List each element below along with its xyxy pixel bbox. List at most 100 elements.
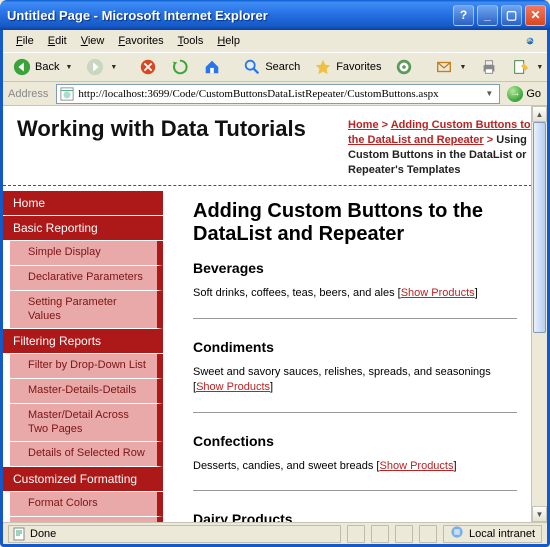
favorites-button[interactable]: Favorites (309, 56, 386, 78)
back-button[interactable]: Back ▼ (8, 56, 77, 78)
print-button[interactable] (475, 56, 503, 78)
sidebar-cat-filtering[interactable]: Filtering Reports (3, 329, 163, 354)
favorites-icon (314, 58, 332, 76)
status-pane-blank (419, 525, 437, 543)
menu-tools[interactable]: Tools (171, 33, 211, 49)
scroll-up-icon[interactable]: ▲ (532, 106, 547, 122)
window-title: Untitled Page - Microsoft Internet Explo… (7, 8, 453, 23)
main-heading: Adding Custom Buttons to the DataList an… (193, 200, 517, 246)
category-name: Dairy Products (193, 511, 517, 522)
go-button[interactable]: → Go (504, 86, 544, 102)
sidebar-item[interactable]: Format Colors (3, 492, 163, 517)
menu-file[interactable]: File (9, 33, 41, 49)
address-box[interactable]: ▼ (56, 84, 500, 104)
mail-icon (435, 58, 453, 76)
category-desc: Desserts, candies, and sweet breads [Sho… (193, 459, 517, 474)
scroll-down-icon[interactable]: ▼ (532, 506, 547, 522)
menu-favorites[interactable]: Favorites (111, 33, 170, 49)
category-desc: Soft drinks, coffees, teas, beers, and a… (193, 286, 517, 301)
page-title: Working with Data Tutorials (17, 116, 348, 177)
go-label: Go (526, 88, 541, 100)
mail-dropdown-icon[interactable]: ▼ (459, 64, 466, 71)
category-block: Confections Desserts, candies, and sweet… (193, 433, 517, 491)
status-message-pane: Done (8, 525, 341, 543)
sidebar-item[interactable]: Simple Display (3, 241, 163, 266)
maximize-button[interactable]: ▢ (501, 5, 522, 26)
edit-dropdown-icon[interactable]: ▼ (536, 64, 543, 71)
sidebar-item[interactable]: Master-Details-Details (3, 379, 163, 404)
category-block: Condiments Sweet and savory sauces, reli… (193, 339, 517, 413)
refresh-button[interactable] (166, 56, 194, 78)
breadcrumb-home[interactable]: Home (348, 119, 379, 131)
toolbar: Back ▼ ▼ Search Favorites ▼ ▼ (3, 52, 547, 82)
menubar: File Edit View Favorites Tools Help (3, 30, 547, 52)
main-panel: Adding Custom Buttons to the DataList an… (163, 186, 547, 522)
page-header: Working with Data Tutorials Home > Addin… (3, 106, 547, 186)
status-pane-blank (347, 525, 365, 543)
search-label: Search (265, 61, 300, 73)
intranet-icon (450, 525, 464, 542)
help-button[interactable]: ? (453, 5, 474, 26)
statusbar: Done Local intranet (3, 522, 547, 544)
media-button[interactable] (390, 56, 418, 78)
sidebar-nav: Home Basic Reporting Simple Display Decl… (3, 191, 163, 522)
document-icon (13, 527, 25, 541)
category-name: Beverages (193, 260, 517, 276)
category-block: Dairy Products Cheeses [Show Products] (193, 511, 517, 522)
sidebar-cat-home[interactable]: Home (3, 191, 163, 216)
sidebar-item[interactable]: Declarative Parameters (3, 266, 163, 291)
show-products-link[interactable]: Show Products (401, 287, 475, 299)
security-zone-text: Local intranet (469, 528, 535, 540)
sidebar-cat-basic-reporting[interactable]: Basic Reporting (3, 216, 163, 241)
forward-icon (86, 58, 104, 76)
stop-icon (139, 58, 157, 76)
scroll-track[interactable] (532, 122, 547, 506)
sidebar-item[interactable]: Details of Selected Row (3, 442, 163, 467)
category-desc: Sweet and savory sauces, relishes, sprea… (193, 365, 517, 396)
minimize-button[interactable]: _ (477, 5, 498, 26)
show-products-link[interactable]: Show Products (380, 460, 454, 472)
status-pane-blank (371, 525, 389, 543)
favorites-label: Favorites (336, 61, 381, 73)
sidebar-item[interactable]: Custom Content in a GridView (3, 517, 163, 522)
address-dropdown-icon[interactable]: ▼ (482, 89, 496, 98)
sidebar-item[interactable]: Filter by Drop-Down List (3, 354, 163, 379)
refresh-icon (171, 58, 189, 76)
sidebar-cat-formatting[interactable]: Customized Formatting (3, 467, 163, 492)
menu-view[interactable]: View (74, 33, 112, 49)
vertical-scrollbar[interactable]: ▲ ▼ (531, 106, 547, 522)
home-button[interactable] (198, 56, 226, 78)
print-icon (480, 58, 498, 76)
back-icon (13, 58, 31, 76)
sidebar-item[interactable]: Master/Detail Across Two Pages (3, 404, 163, 443)
edit-button[interactable]: ▼ (507, 56, 548, 78)
sidebar-item[interactable]: Setting Parameter Values (3, 291, 163, 330)
back-label: Back (35, 61, 59, 73)
window-buttons: ? _ ▢ ✕ (453, 5, 546, 26)
show-products-link[interactable]: Show Products (196, 381, 270, 393)
mail-button[interactable]: ▼ (430, 56, 471, 78)
breadcrumb: Home > Adding Custom Buttons to the Data… (348, 116, 533, 177)
page-content: Working with Data Tutorials Home > Addin… (3, 106, 547, 522)
window-titlebar: Untitled Page - Microsoft Internet Explo… (0, 0, 550, 30)
status-pane-blank (395, 525, 413, 543)
search-icon (243, 58, 261, 76)
status-text: Done (30, 528, 56, 540)
stop-button[interactable] (134, 56, 162, 78)
back-dropdown-icon[interactable]: ▼ (65, 64, 72, 71)
page-favicon-icon (60, 87, 74, 101)
address-input[interactable] (78, 88, 482, 100)
search-button[interactable]: Search (238, 56, 305, 78)
scroll-thumb[interactable] (533, 122, 546, 333)
category-name: Confections (193, 433, 517, 449)
sidebar: Home Basic Reporting Simple Display Decl… (3, 186, 163, 522)
menu-edit[interactable]: Edit (41, 33, 74, 49)
forward-dropdown-icon[interactable]: ▼ (110, 64, 117, 71)
address-label: Address (6, 88, 52, 100)
edit-icon (512, 58, 530, 76)
menu-help[interactable]: Help (210, 33, 247, 49)
close-button[interactable]: ✕ (525, 5, 546, 26)
forward-button[interactable]: ▼ (81, 56, 122, 78)
security-zone-pane: Local intranet (443, 525, 542, 543)
media-icon (395, 58, 413, 76)
